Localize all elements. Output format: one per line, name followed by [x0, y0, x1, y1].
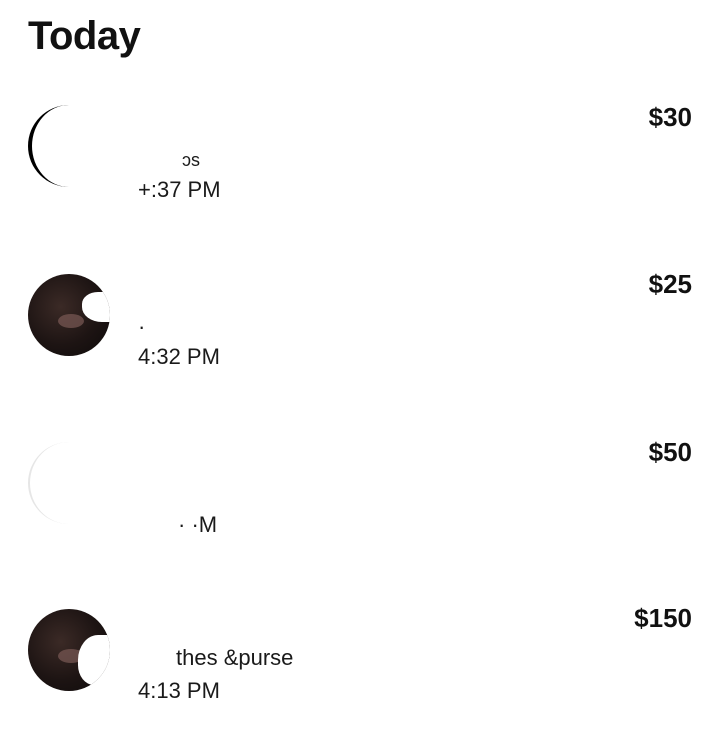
transaction-time: 4:13 PM	[138, 678, 220, 703]
transaction-time: · ·M	[178, 512, 218, 537]
avatar	[28, 442, 110, 524]
transaction-time: +:37 PM	[138, 177, 221, 202]
transaction-row[interactable]: thes &purse 4:13 PM $150	[0, 597, 721, 747]
transaction-amount: $150	[634, 603, 692, 633]
transaction-row[interactable]: · 4:32 PM $25	[0, 262, 721, 412]
avatar	[28, 274, 110, 356]
section-title: Today	[28, 14, 141, 58]
transaction-amount: $25	[648, 269, 692, 299]
transaction-row[interactable]: ɔs +:37 PM $30	[0, 95, 721, 245]
transaction-row[interactable]: · ·M $50	[0, 430, 721, 580]
transaction-amount: $30	[648, 102, 692, 132]
avatar	[28, 609, 110, 691]
transaction-time: 4:32 PM	[138, 344, 220, 369]
transaction-amount: $50	[648, 437, 692, 467]
transaction-description: ɔs	[182, 150, 200, 170]
transaction-description: ·	[138, 314, 146, 339]
transaction-description: thes &purse	[176, 645, 294, 670]
avatar	[28, 105, 110, 187]
